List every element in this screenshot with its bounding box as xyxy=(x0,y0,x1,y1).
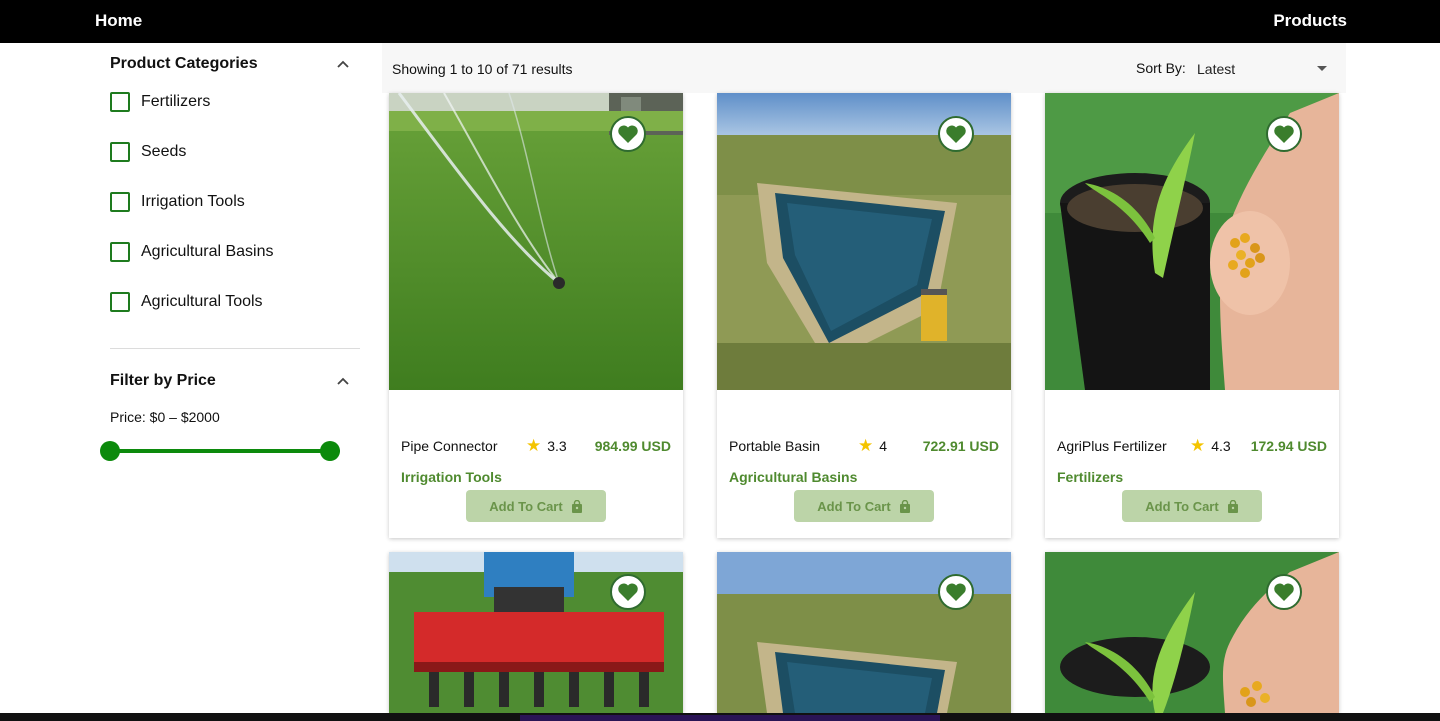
price-slider-max-handle[interactable] xyxy=(320,441,340,461)
rating-value: 4 xyxy=(879,437,888,454)
sort-label: Sort By: xyxy=(1136,60,1186,76)
category-checkbox[interactable] xyxy=(110,92,130,112)
heart-icon xyxy=(946,583,966,601)
wishlist-heart-button[interactable] xyxy=(610,116,646,152)
product-card[interactable] xyxy=(717,552,1011,713)
product-image[interactable] xyxy=(717,552,1011,713)
nav-products-link[interactable]: Products xyxy=(1273,11,1347,31)
results-count: Showing 1 to 10 of 71 results xyxy=(392,61,573,77)
wishlist-heart-button[interactable] xyxy=(1266,574,1302,610)
chevron-up-icon[interactable] xyxy=(336,374,350,388)
price-filter-header[interactable]: Filter by Price xyxy=(110,372,360,392)
price-slider-track[interactable] xyxy=(110,449,340,453)
price-slider-min-handle[interactable] xyxy=(100,441,120,461)
heart-icon xyxy=(946,125,966,143)
categories-header[interactable]: Product Categories xyxy=(110,55,360,75)
add-to-cart-button[interactable]: Add To Cart xyxy=(1122,490,1262,522)
category-label: Irrigation Tools xyxy=(141,193,245,210)
product-category[interactable]: Irrigation Tools xyxy=(401,469,502,485)
product-name[interactable]: Pipe Connector xyxy=(401,438,498,454)
shopping-bag-icon xyxy=(899,499,910,513)
product-rating: ★ 4.3 xyxy=(1190,437,1231,454)
star-icon: ★ xyxy=(1190,436,1206,455)
category-agricultural-tools[interactable]: Agricultural Tools xyxy=(110,291,263,313)
results-toolbar: Showing 1 to 10 of 71 results Sort By: L… xyxy=(382,43,1346,93)
wishlist-heart-button[interactable] xyxy=(938,574,974,610)
product-card[interactable]: Portable Basin ★ 4 722.91 USD Agricultur… xyxy=(717,93,1011,538)
taskbar-glow xyxy=(520,715,940,721)
add-to-cart-label: Add To Cart xyxy=(489,498,563,514)
product-price: 984.99 USD xyxy=(594,438,671,454)
caret-down-icon xyxy=(1317,66,1327,71)
product-category[interactable]: Agricultural Basins xyxy=(729,469,857,485)
category-seeds[interactable]: Seeds xyxy=(110,141,186,163)
rating-value: 4.3 xyxy=(1211,437,1231,454)
category-label: Agricultural Basins xyxy=(141,243,274,260)
product-card[interactable]: AgriPlus Fertilizer ★ 4.3 172.94 USD Fer… xyxy=(1045,93,1339,538)
wishlist-heart-button[interactable] xyxy=(938,116,974,152)
product-card[interactable] xyxy=(1045,552,1339,713)
category-checkbox[interactable] xyxy=(110,292,130,312)
top-nav-bar: Home Products xyxy=(0,0,1440,43)
product-name[interactable]: Portable Basin xyxy=(729,438,820,454)
product-card[interactable] xyxy=(389,552,683,713)
category-irrigation-tools[interactable]: Irrigation Tools xyxy=(110,191,245,213)
product-price: 172.94 USD xyxy=(1250,438,1327,454)
category-checkbox[interactable] xyxy=(110,142,130,162)
category-label: Seeds xyxy=(141,143,187,160)
product-image[interactable] xyxy=(389,552,683,713)
nav-home-link[interactable]: Home xyxy=(95,11,142,31)
shopping-bag-icon xyxy=(571,499,582,513)
heart-icon xyxy=(1274,125,1294,143)
window-bottom-edge xyxy=(0,713,1440,721)
price-range-text: Price: $0 – $2000 xyxy=(110,409,220,425)
wishlist-heart-button[interactable] xyxy=(1266,116,1302,152)
category-agricultural-basins[interactable]: Agricultural Basins xyxy=(110,241,274,263)
star-icon: ★ xyxy=(526,436,542,455)
product-name[interactable]: AgriPlus Fertilizer xyxy=(1057,438,1167,454)
category-label: Agricultural Tools xyxy=(141,293,263,310)
shopping-bag-icon xyxy=(1227,499,1238,513)
star-icon: ★ xyxy=(858,436,874,455)
add-to-cart-label: Add To Cart xyxy=(1145,498,1219,514)
product-price: 722.91 USD xyxy=(922,438,999,454)
heart-icon xyxy=(618,583,638,601)
product-category[interactable]: Fertilizers xyxy=(1057,469,1123,485)
add-to-cart-button[interactable]: Add To Cart xyxy=(794,490,934,522)
heart-icon xyxy=(618,125,638,143)
heart-icon xyxy=(1274,583,1294,601)
add-to-cart-label: Add To Cart xyxy=(817,498,891,514)
wishlist-heart-button[interactable] xyxy=(610,574,646,610)
price-filter-title: Filter by Price xyxy=(110,372,216,389)
category-checkbox[interactable] xyxy=(110,192,130,212)
categories-title: Product Categories xyxy=(110,55,258,72)
category-fertilizers[interactable]: Fertilizers xyxy=(110,91,210,113)
add-to-cart-button[interactable]: Add To Cart xyxy=(466,490,606,522)
category-label: Fertilizers xyxy=(141,93,211,110)
chevron-up-icon[interactable] xyxy=(336,57,350,71)
product-rating: ★ 3.3 xyxy=(526,437,567,454)
sort-selected-value: Latest xyxy=(1197,61,1236,77)
product-rating: ★ 4 xyxy=(858,437,887,454)
product-image[interactable] xyxy=(1045,552,1339,713)
product-card[interactable]: Pipe Connector ★ 3.3 984.99 USD Irrigati… xyxy=(389,93,683,538)
rating-value: 3.3 xyxy=(547,437,567,454)
sort-select[interactable]: Latest xyxy=(1197,55,1337,81)
sidebar-divider xyxy=(110,348,360,349)
category-checkbox[interactable] xyxy=(110,242,130,262)
